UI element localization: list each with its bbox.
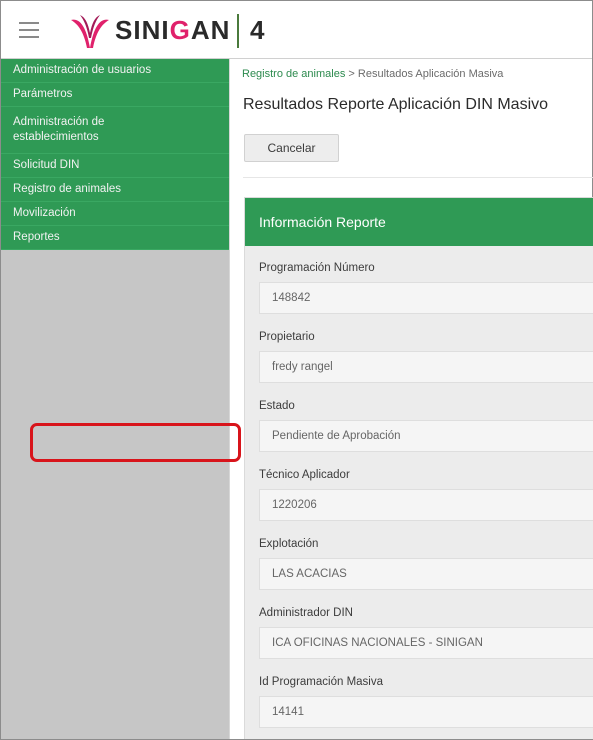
report-info-card: Información Reporte Programación Número … [244, 197, 593, 739]
sidebar-item-label: Administración de establecimientos [13, 116, 105, 143]
field-label-propietario: Propietario [259, 331, 315, 343]
sidebar: Administración de usuarios Parámetros Ad… [1, 59, 229, 739]
cancel-button[interactable]: Cancelar [244, 134, 339, 162]
field-propietario: fredy rangel [259, 351, 593, 383]
breadcrumb-separator: > [348, 68, 355, 80]
sidebar-item-administracion-usuarios[interactable]: Administración de usuarios [1, 59, 229, 83]
app-header: SINIGAN 4 [1, 1, 592, 59]
field-programacion-numero: 148842 [259, 282, 593, 314]
sidebar-item-parametros[interactable]: Parámetros [1, 83, 229, 107]
field-tecnico-aplicador: 1220206 [259, 489, 593, 521]
brand-name: SINIGAN [115, 15, 230, 46]
field-administrador-din: ICA OFICINAS NACIONALES - SINIGAN [259, 627, 593, 659]
breadcrumb: Registro de animales > Resultados Aplica… [242, 68, 503, 80]
divider [243, 177, 593, 178]
field-label-estado: Estado [259, 400, 295, 412]
sidebar-item-label: Registro de animales [13, 183, 122, 195]
sidebar-item-label: Movilización [13, 207, 76, 219]
main-content: Registro de animales > Resultados Aplica… [229, 59, 593, 739]
brand-name-accent: G [169, 15, 191, 45]
sidebar-item-reportes[interactable]: Reportes [1, 226, 229, 250]
brand-name-left: SINI [115, 15, 170, 45]
card-title: Información Reporte [245, 198, 593, 246]
sidebar-item-label: Parámetros [13, 88, 73, 100]
sidebar-item-label: Reportes [13, 231, 60, 243]
brand-divider [237, 14, 239, 48]
field-label-explotacion: Explotación [259, 538, 319, 550]
sidebar-item-solicitud-din[interactable]: Solicitud DIN [1, 154, 229, 178]
hamburger-menu-icon[interactable] [19, 22, 39, 38]
sidebar-item-label: Solicitud DIN [13, 159, 80, 171]
sidebar-menu: Administración de usuarios Parámetros Ad… [1, 59, 229, 250]
brand-name-right: AN [190, 15, 231, 45]
field-explotacion: LAS ACACIAS [259, 558, 593, 590]
breadcrumb-link[interactable]: Registro de animales [242, 68, 345, 80]
field-id-programacion-masiva: 14141 [259, 696, 593, 728]
sidebar-item-movilizacion[interactable]: Movilización [1, 202, 229, 226]
sinigan-logo-icon [71, 15, 109, 48]
sidebar-item-label: Administración de usuarios [13, 64, 152, 76]
sidebar-item-administracion-establecimientos[interactable]: Administración de establecimientos [1, 107, 229, 154]
field-label-id-programacion-masiva: Id Programación Masiva [259, 676, 383, 688]
sidebar-item-registro-animales[interactable]: Registro de animales [1, 178, 229, 202]
breadcrumb-current: Resultados Aplicación Masiva [357, 68, 504, 80]
brand-version: 4 [250, 15, 265, 45]
field-label-administrador-din: Administrador DIN [259, 607, 353, 619]
field-estado: Pendiente de Aprobación [259, 420, 593, 452]
field-label-tecnico-aplicador: Técnico Aplicador [259, 469, 350, 481]
page-title: Resultados Reporte Aplicación DIN Masivo [243, 96, 549, 113]
field-label-programacion-numero: Programación Número [259, 262, 375, 274]
